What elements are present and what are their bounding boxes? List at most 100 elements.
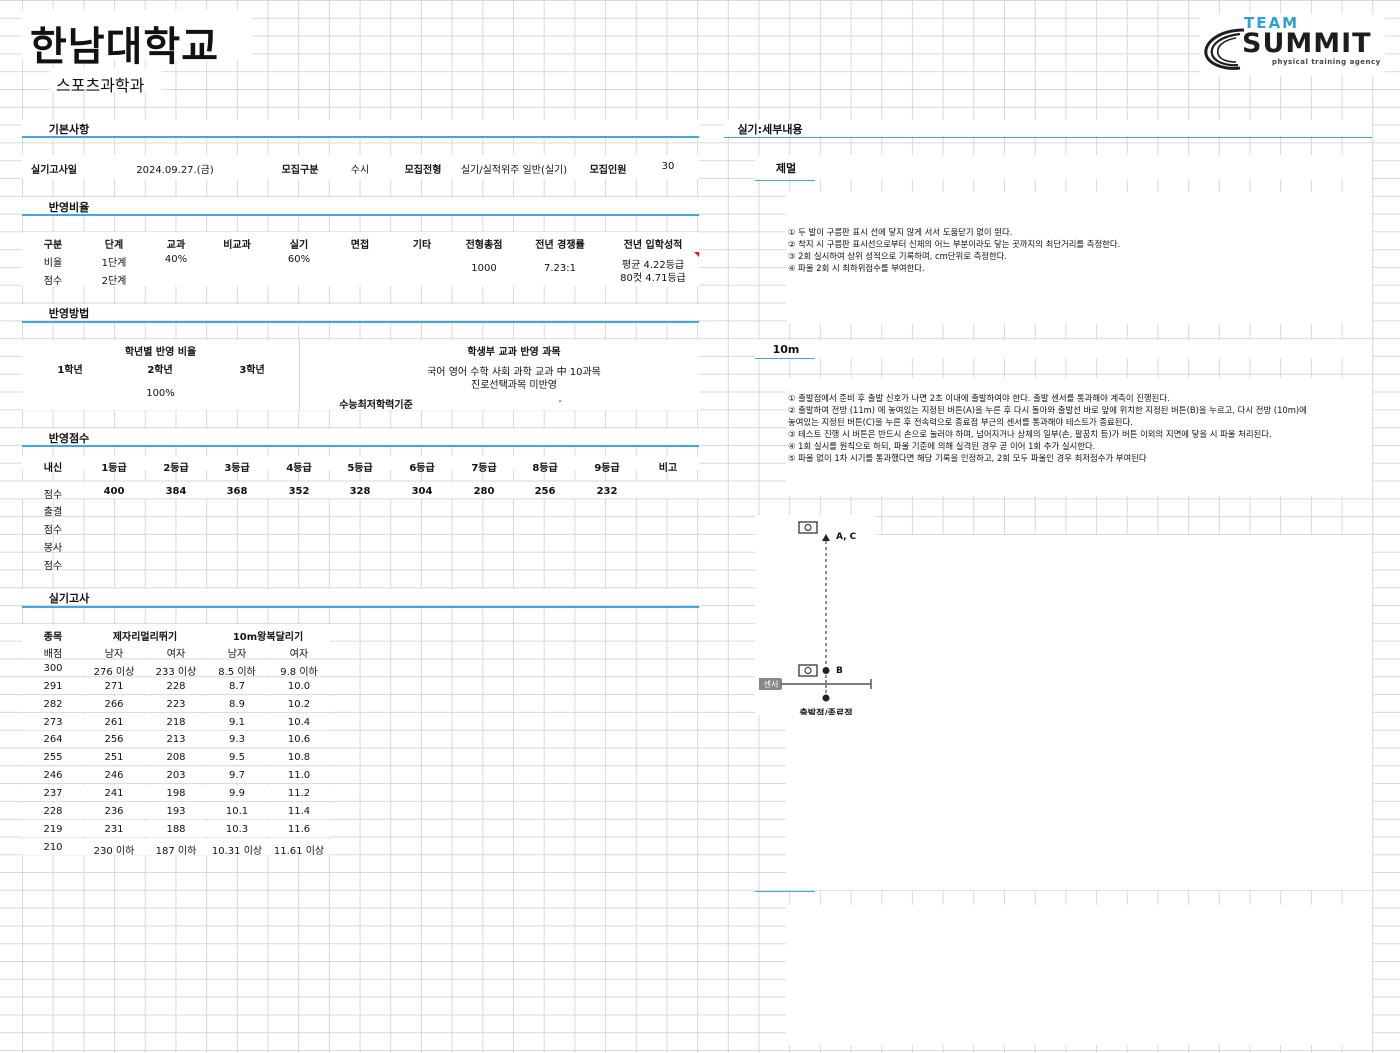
recruit-type-label: 모집구분 [281, 165, 319, 176]
recruit-track-label: 모집전형 [404, 165, 442, 176]
ratio-header-4: 실기 [289, 240, 309, 251]
practical-cell: 264 [43, 734, 63, 746]
practical-cell: 203 [166, 770, 186, 782]
practical-cell: 241 [104, 787, 124, 799]
event-10m-shuttle: 10m왕복달리기 [232, 632, 304, 643]
ratio-competition: 7.23:1 [544, 263, 576, 274]
csat-label: 수능최저학력기준 [339, 400, 413, 411]
year-3-label: 3학년 [239, 365, 265, 376]
jump-rule-3: ③ 2회 실시하여 상위 성적으로 기록하며, cm단위로 측정한다. [788, 251, 1008, 261]
year-2-label: 2학년 [147, 365, 173, 376]
team-summit-logo: TEAM SUMMIT physical training agency [1200, 14, 1385, 76]
event1-female-label: 여자 [166, 649, 186, 660]
practical-cell: 188 [166, 823, 186, 835]
exam-date-value: 2024.09.27.(금) [136, 165, 214, 176]
ratio-grade-cut: 80컷 4.71등급 [620, 273, 686, 284]
practical-cell: 246 [104, 770, 124, 782]
ratio-header-6: 기타 [412, 240, 432, 251]
practical-cell: 10.4 [287, 716, 311, 728]
practical-cell: 266 [104, 698, 124, 710]
ratio-header-0: 구분 [43, 240, 63, 251]
run-rule-1: ① 출발점에서 준비 후 출발 신호가 나면 2초 이내에 출발하여야 한다. … [788, 393, 1170, 403]
practical-cell: 11.4 [287, 805, 311, 817]
score-header-3: 3등급 [224, 463, 250, 474]
ratio-header-2: 교과 [166, 240, 186, 251]
practical-cell: 11.2 [287, 787, 311, 799]
practical-cell: 218 [166, 716, 186, 728]
practical-cell: 256 [104, 734, 124, 746]
run-rule-5: ⑤ 파울 없이 1차 시기를 통과했다면 해당 기록을 인정하고, 2회 모두 … [788, 453, 1147, 463]
section-practical-title: 실기고사 [48, 592, 90, 605]
practical-cell: 251 [104, 752, 124, 764]
exam-date-label: 실기고사일 [31, 165, 77, 176]
event2-male-label: 남자 [227, 649, 247, 660]
run-rule-2: ② 출발하여 전방 (11m) 에 놓여있는 지정된 버튼(A)을 누른 후 다… [788, 405, 1307, 415]
score-value-6: 304 [411, 486, 433, 497]
ratio-row2-stage: 2단계 [101, 276, 127, 287]
section-score-title: 반영점수 [48, 432, 90, 445]
practical-cell: 193 [166, 805, 186, 817]
score-header-10: 비고 [658, 463, 678, 474]
practical-cell: 255 [43, 752, 63, 764]
practical-cell: 11.6 [287, 823, 311, 835]
practical-cell: 233 이상 [155, 667, 197, 678]
practical-cell: 10.2 [287, 698, 311, 710]
score-value-7: 280 [473, 486, 495, 497]
practical-cell: 213 [166, 734, 186, 746]
section-ratio-title: 반영비율 [48, 201, 90, 214]
practical-cell: 10.1 [225, 805, 249, 817]
jump-rule-4: ④ 파울 2회 시 최하위점수를 부여한다. [788, 263, 925, 273]
ratio-row1-subject: 40% [164, 254, 188, 265]
section-details-title: 실기:세부내용 [737, 123, 803, 136]
quota-label: 모집인원 [589, 165, 627, 176]
ratio-header-7: 전형총점 [465, 240, 503, 251]
recruit-track-value: 실기/실적위주 일반(실기) [460, 165, 568, 176]
subjects-line2: 진로선택과목 미반영 [471, 380, 557, 391]
practical-cell: 230 이하 [93, 845, 135, 857]
run-section-title: 10m [772, 343, 800, 356]
practical-cell: 10.31 이상 [211, 845, 263, 857]
score-header-0: 내신 [43, 463, 63, 474]
practical-cell: 9.1 [229, 716, 245, 728]
score-value-9: 232 [596, 486, 618, 497]
event2-female-label: 여자 [289, 649, 309, 660]
university-title: 한남대학교 [30, 24, 219, 70]
practical-cell: 228 [43, 805, 63, 817]
score-header-6: 6등급 [409, 463, 435, 474]
practical-cell: 273 [43, 716, 63, 728]
score-header-8: 8등급 [532, 463, 558, 474]
practical-cell: 300 [43, 663, 63, 674]
practical-cell: 10.0 [287, 680, 311, 692]
year-ratio-title: 학년별 반영 비율 [124, 347, 197, 358]
practical-cell: 231 [104, 823, 124, 835]
score-value-3: 368 [226, 486, 248, 497]
practical-cell: 210 [43, 841, 63, 853]
subjects-title: 학생부 교과 반영 과목 [467, 347, 561, 358]
year-1-label: 1학년 [57, 365, 83, 376]
logo-tagline: physical training agency [1272, 58, 1381, 66]
practical-cell: 9.9 [229, 787, 245, 799]
practical-cell: 237 [43, 787, 63, 799]
practical-cell: 8.9 [229, 698, 245, 710]
arrow-up-icon [822, 534, 830, 541]
score-header-5: 5등급 [347, 463, 373, 474]
recruit-type-value: 수시 [350, 165, 370, 176]
ratio-row2-label: 점수 [43, 276, 63, 287]
practical-cell: 11.61 이상 [273, 845, 325, 857]
practical-cell: 198 [166, 787, 186, 799]
practical-cell: 187 이하 [155, 845, 197, 857]
practical-cell: 208 [166, 752, 186, 764]
ratio-row1-stage: 1단계 [101, 258, 127, 269]
practical-cell: 261 [104, 716, 124, 728]
practical-cell: 9.5 [229, 752, 245, 764]
jump-rule-2: ② 착지 시 구름판 표시선으로부터 신체의 어느 부분이라도 닿는 곳까지의 … [788, 239, 1121, 249]
practical-cell: 276 이상 [93, 667, 135, 678]
diagram-label-ac: A, C [836, 532, 857, 542]
comment-marker-icon [694, 252, 699, 257]
ratio-total: 1000 [471, 263, 497, 274]
run-rule-2b: 놓여있는 지정된 버튼(C)을 누른 후 전속력으로 종료점 부근의 센서를 통… [788, 417, 1133, 427]
score-value-1: 400 [103, 486, 125, 497]
diagram-label-b: B [836, 666, 843, 676]
section-method-title: 반영방법 [48, 307, 90, 320]
points-label: 배점 [43, 649, 63, 660]
